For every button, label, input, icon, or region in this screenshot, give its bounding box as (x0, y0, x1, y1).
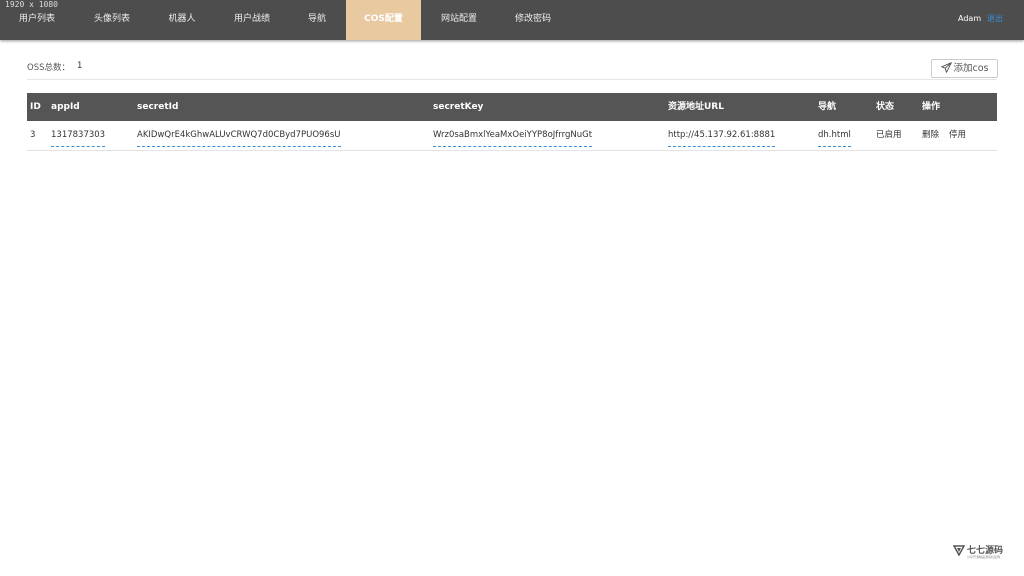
delete-link[interactable]: 删除 (922, 121, 939, 149)
paper-plane-icon (940, 62, 952, 73)
cell-status: 已启用 (876, 130, 902, 140)
col-status: 状态 (876, 102, 895, 112)
cell-id: 3 (30, 130, 36, 140)
nav-user-records[interactable]: 用户战绩 (222, 0, 282, 40)
oss-count-label: OSS总数： (27, 63, 70, 73)
nav-robot[interactable]: 机器人 (158, 0, 206, 40)
col-actions: 操作 (922, 102, 941, 112)
disable-link[interactable]: 停用 (949, 121, 966, 149)
col-secretid: secretId (137, 102, 179, 112)
nav-site-config[interactable]: 网站配置 (430, 0, 488, 40)
col-nav: 导航 (818, 102, 837, 112)
top-navbar: 用户列表 头像列表 机器人 用户战绩 导航 COS配置 网站配置 修改密码 Ad… (0, 0, 1024, 40)
col-id: ID (30, 102, 41, 112)
nav-navigation[interactable]: 导航 (298, 0, 336, 40)
add-cos-label: 添加cos (953, 63, 989, 74)
cell-nav[interactable]: dh.html (818, 124, 851, 147)
oss-count-value: 1 (77, 61, 83, 71)
watermark-subtitle: 分享开源精品源码社区网 (967, 555, 1001, 559)
table-header: ID appId secretId secretKey 资源地址URL 导航 状… (27, 93, 997, 121)
watermark-logo: 七七源码 分享开源精品源码社区网 (953, 543, 1013, 565)
cell-secretid[interactable]: AKIDwQrE4kGhwALUvCRWQ7d0CByd7PUO96sU (137, 124, 341, 147)
col-secretkey: secretKey (433, 102, 484, 112)
logout-link[interactable]: 退出 (987, 0, 1003, 38)
table-row: 3 1317837303 AKIDwQrE4kGhwALUvCRWQ7d0CBy… (27, 121, 997, 151)
cell-secretkey[interactable]: Wrz0saBmxlYeaMxOeiYYP8oJfrrgNuGt (433, 124, 593, 147)
cell-url[interactable]: http://45.137.92.61:8881 (668, 124, 776, 147)
resolution-label: 1920 x 1080 (5, 0, 58, 9)
nav-cos-config[interactable]: COS配置 (346, 0, 421, 40)
username: Adam (958, 14, 982, 23)
nav-change-password[interactable]: 修改密码 (505, 0, 561, 40)
add-cos-button[interactable]: 添加cos (931, 59, 998, 78)
logo-icon (953, 545, 965, 556)
col-appid: appId (51, 102, 80, 112)
nav-avatar-list[interactable]: 头像列表 (82, 0, 142, 40)
cell-appid[interactable]: 1317837303 (51, 124, 106, 147)
divider (27, 79, 997, 80)
col-url: 资源地址URL (668, 102, 724, 112)
